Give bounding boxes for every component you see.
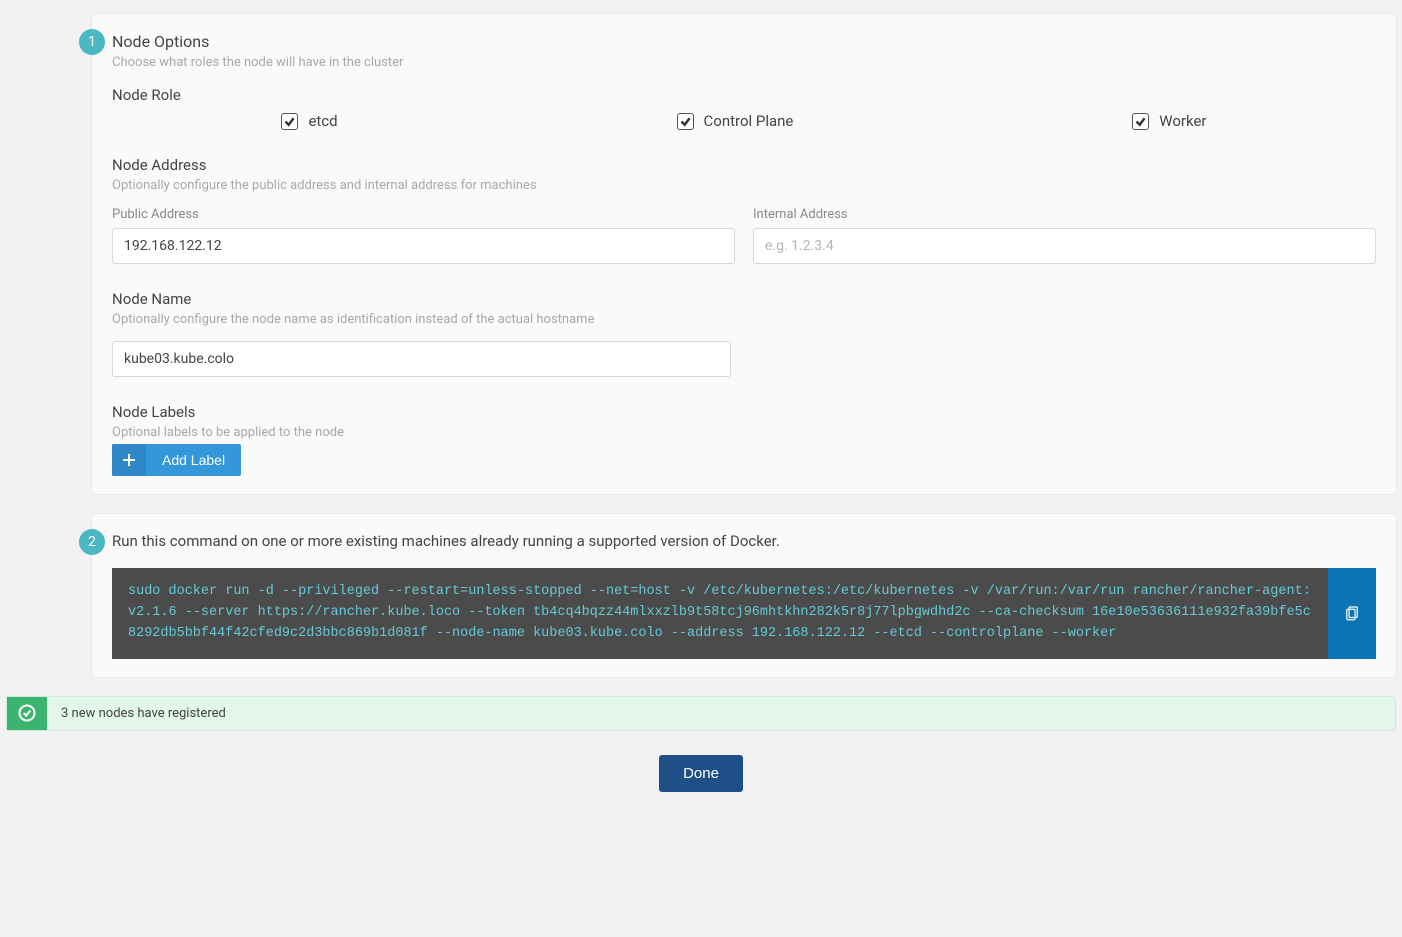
internal-address-input[interactable] [753, 228, 1376, 264]
node-options-card: 1 Node Options Choose what roles the nod… [91, 13, 1397, 495]
checkbox-control-plane[interactable] [677, 113, 694, 130]
step-badge-2: 2 [79, 529, 105, 555]
node-address-heading: Node Address [112, 156, 1376, 174]
role-worker-label: Worker [1159, 112, 1206, 130]
run-command-card: 2 Run this command on one or more existi… [91, 513, 1397, 678]
node-role-row: etcd Control Plane Worker [112, 112, 1376, 130]
run-command-instruction: Run this command on one or more existing… [112, 532, 1376, 550]
done-button[interactable]: Done [659, 755, 743, 792]
check-circle-icon [7, 697, 47, 730]
step-badge-1: 1 [79, 29, 105, 55]
node-role-heading: Node Role [112, 86, 1376, 104]
role-worker[interactable]: Worker [1132, 112, 1206, 130]
node-labels-heading: Node Labels [112, 403, 1376, 421]
success-banner: 3 new nodes have registered [6, 696, 1396, 731]
public-address-field: Public Address [112, 207, 735, 264]
public-address-input[interactable] [112, 228, 735, 264]
role-control-plane[interactable]: Control Plane [677, 112, 794, 130]
checkbox-etcd[interactable] [281, 113, 298, 130]
node-address-subtext: Optionally configure the public address … [112, 178, 1376, 193]
node-name-input[interactable] [112, 341, 731, 377]
node-options-subtitle: Choose what roles the node will have in … [112, 55, 1376, 70]
success-banner-text: 3 new nodes have registered [47, 697, 240, 730]
role-control-plane-label: Control Plane [704, 112, 794, 130]
add-label-button-text: Add Label [146, 444, 241, 476]
role-etcd[interactable]: etcd [281, 112, 337, 130]
clipboard-icon [1343, 604, 1361, 622]
node-labels-subtext: Optional labels to be applied to the nod… [112, 425, 1376, 440]
internal-address-label: Internal Address [753, 207, 1376, 222]
internal-address-field: Internal Address [753, 207, 1376, 264]
node-options-title: Node Options [112, 32, 1376, 51]
checkbox-worker[interactable] [1132, 113, 1149, 130]
role-etcd-label: etcd [308, 112, 337, 130]
public-address-label: Public Address [112, 207, 735, 222]
plus-icon [112, 444, 146, 476]
add-label-button[interactable]: Add Label [112, 444, 241, 476]
node-name-subtext: Optionally configure the node name as id… [112, 312, 1376, 327]
copy-command-button[interactable] [1328, 568, 1376, 659]
node-name-heading: Node Name [112, 290, 1376, 308]
command-block: sudo docker run -d --privileged --restar… [112, 568, 1328, 659]
